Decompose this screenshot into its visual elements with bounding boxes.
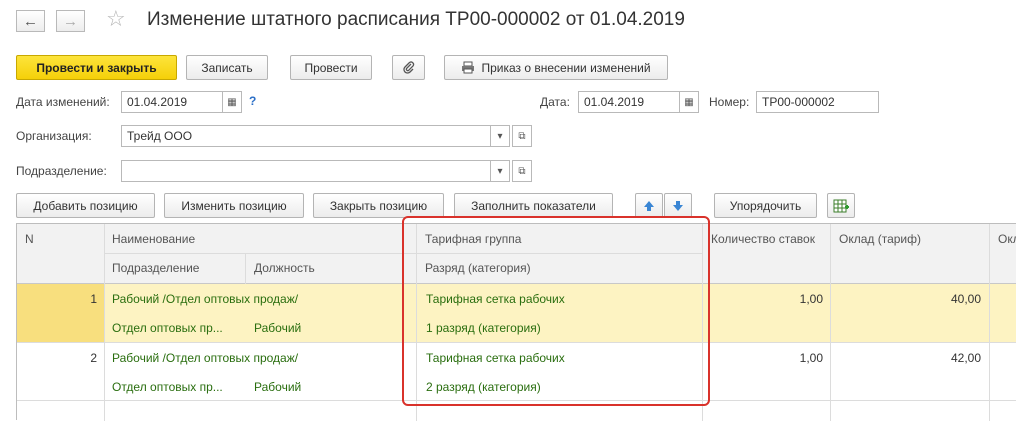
department-dropdown-button[interactable]: ▾ (490, 160, 510, 182)
organization-dropdown-button[interactable]: ▾ (490, 125, 510, 147)
grid-line (989, 224, 990, 421)
header-rate-count-label: Количество ставок (711, 232, 815, 246)
calendar-icon: ▦ (684, 96, 694, 108)
favorite-star-icon[interactable]: ☆ (106, 6, 126, 32)
department-label: Подразделение: (16, 164, 107, 178)
sort-button[interactable]: Упорядочить (714, 193, 817, 218)
organization-field[interactable]: Трейд ООО (121, 125, 491, 147)
date-change-label: Дата изменений: (16, 95, 110, 109)
row2-n[interactable]: 2 (17, 343, 97, 372)
header-salary-label: Оклад (тариф) (839, 232, 922, 246)
number-label: Номер: (709, 95, 750, 109)
forward-button[interactable]: → (56, 10, 85, 32)
header-name-label: Наименование (112, 231, 196, 246)
open-link-icon: ⧉ (518, 165, 526, 177)
date-change-field[interactable]: 01.04.2019 (121, 91, 223, 113)
highlight-frame (402, 216, 710, 406)
date-label: Дата: (540, 95, 570, 109)
table-settings-button[interactable] (827, 193, 855, 218)
order-button[interactable]: Приказ о внесении изменений (444, 55, 668, 80)
printer-icon (462, 61, 475, 74)
row1-n[interactable]: 1 (17, 284, 97, 313)
row1-position[interactable]: Рабочий (254, 313, 301, 342)
grid-line (830, 224, 831, 421)
header-rate-count[interactable]: Количество ставок (703, 224, 830, 283)
close-position-button[interactable]: Закрыть позицию (313, 193, 444, 218)
header-n-label: N (25, 232, 34, 246)
row2-position[interactable]: Рабочий (254, 372, 301, 401)
number-field[interactable]: ТР00-000002 (756, 91, 879, 113)
date-change-calendar-button[interactable]: ▦ (222, 91, 242, 113)
header-position[interactable]: Должность (246, 253, 416, 283)
row1-department[interactable]: Отдел оптовых пр... (112, 313, 223, 342)
date-field[interactable]: 01.04.2019 (578, 91, 680, 113)
move-down-button[interactable] (664, 193, 692, 218)
organization-open-button[interactable]: ⧉ (512, 125, 532, 147)
chevron-down-icon: ▾ (497, 130, 503, 142)
header-extra-label: Окл (998, 232, 1016, 246)
back-button[interactable]: ← (16, 10, 45, 32)
header-department[interactable]: Подразделение (104, 253, 245, 283)
header-salary[interactable]: Оклад (тариф) (831, 224, 989, 283)
header-department-label: Подразделение (112, 261, 200, 275)
organization-label: Организация: (16, 129, 92, 143)
add-position-button[interactable]: Добавить позицию (16, 193, 155, 218)
open-link-icon: ⧉ (518, 130, 526, 142)
grid-line (104, 224, 105, 421)
paperclip-icon (402, 60, 414, 74)
order-button-label: Приказ о внесении изменений (481, 60, 651, 75)
change-position-button[interactable]: Изменить позицию (164, 193, 304, 218)
row1-rate-count[interactable]: 1,00 (703, 284, 823, 313)
row1-salary[interactable]: 40,00 (831, 284, 981, 313)
arrow-left-icon: ← (23, 12, 38, 30)
fill-indicators-button[interactable]: Заполнить показатели (454, 193, 613, 218)
header-n[interactable]: N (17, 224, 104, 283)
row2-name[interactable]: Рабочий /Отдел оптовых продаж/ (112, 343, 298, 372)
page-title: Изменение штатного расписания ТР00-00000… (147, 9, 685, 30)
row1-name[interactable]: Рабочий /Отдел оптовых продаж/ (112, 284, 298, 313)
post-and-close-button[interactable]: Провести и закрыть (16, 55, 177, 80)
header-extra[interactable]: Окл (990, 224, 1016, 283)
grid-line (245, 253, 246, 284)
header-name[interactable]: Наименование (104, 224, 416, 253)
help-icon[interactable]: ? (249, 94, 256, 108)
arrow-down-icon (673, 200, 683, 211)
chevron-down-icon: ▾ (497, 165, 503, 177)
arrow-right-icon: → (63, 12, 78, 30)
post-button[interactable]: Провести (290, 55, 372, 80)
department-field[interactable] (121, 160, 491, 182)
calendar-icon: ▦ (227, 96, 237, 108)
table-grid-icon (833, 199, 849, 212)
attach-button[interactable] (392, 55, 425, 80)
row2-rate-count[interactable]: 1,00 (703, 343, 823, 372)
move-up-button[interactable] (635, 193, 663, 218)
arrow-up-icon (644, 200, 654, 211)
header-position-label: Должность (254, 261, 315, 275)
date-calendar-button[interactable]: ▦ (679, 91, 699, 113)
row2-salary[interactable]: 42,00 (831, 343, 981, 372)
row2-department[interactable]: Отдел оптовых пр... (112, 372, 223, 401)
department-open-button[interactable]: ⧉ (512, 160, 532, 182)
save-button[interactable]: Записать (186, 55, 268, 80)
